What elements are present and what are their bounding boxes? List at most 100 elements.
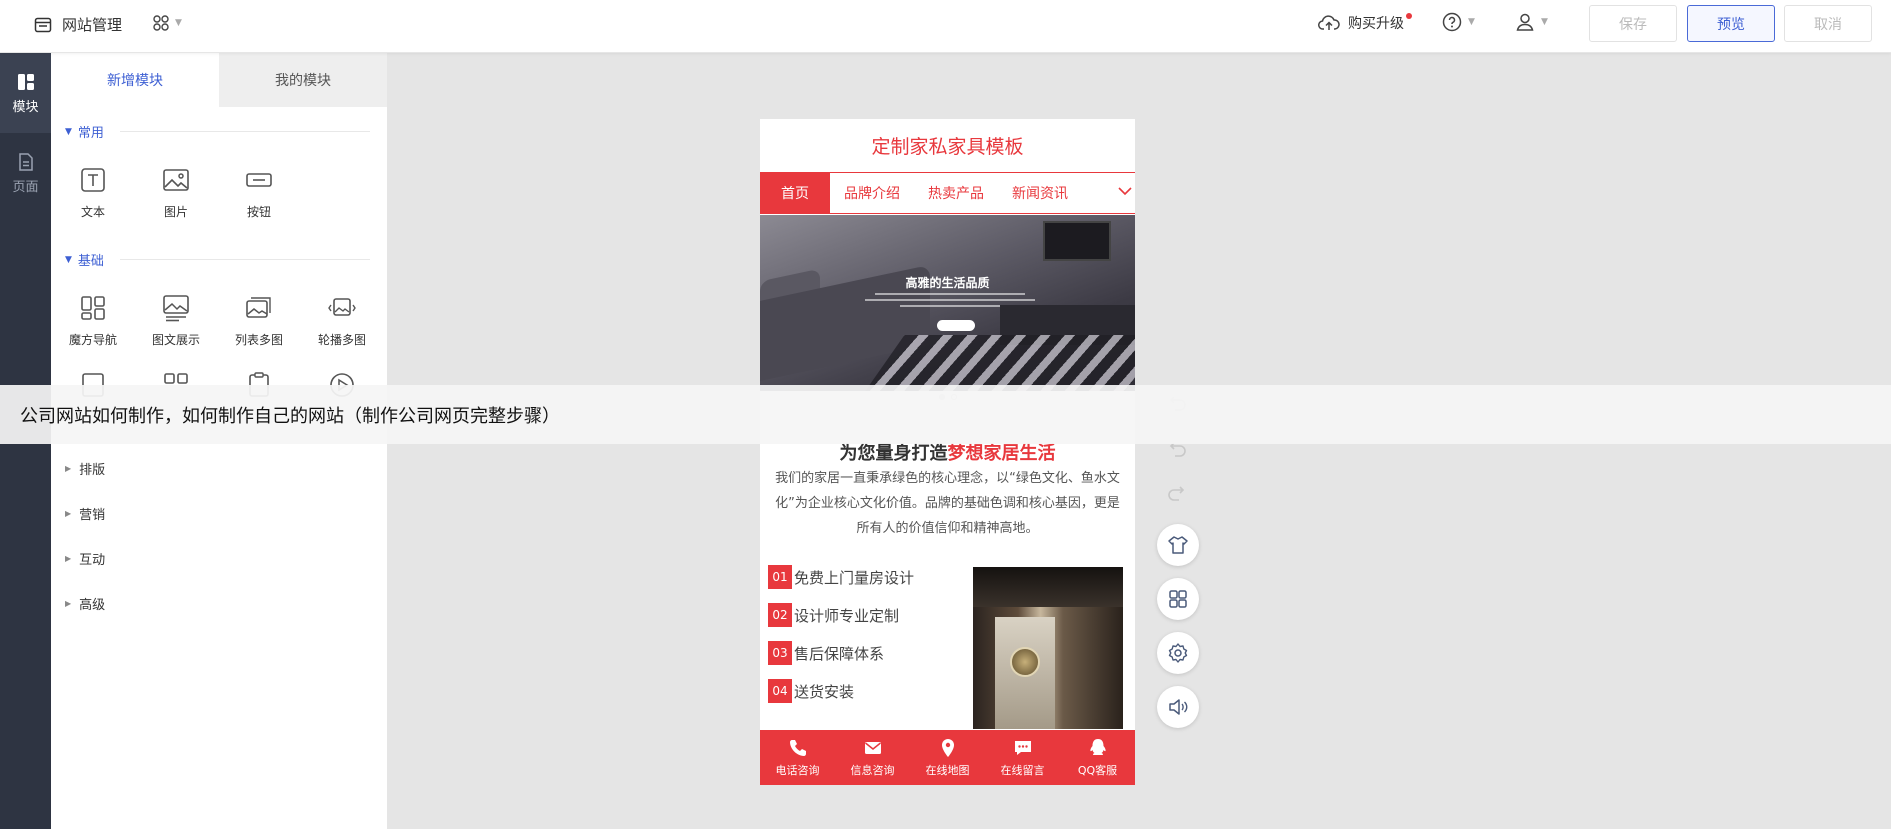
bar-label: QQ客服 [1077,763,1118,777]
bar-label: 信息咨询 [850,763,895,777]
tab-my-modules[interactable]: 我的模块 [219,53,387,107]
nav-brand[interactable]: 品牌介绍 [830,172,914,214]
item-number: 01 [768,565,792,589]
qq-service-button[interactable]: QQ客服 [1060,730,1135,785]
item-text: 免费上门量房设计 [794,568,915,587]
module-label: 轮播多图 [317,333,366,347]
chat-icon [1014,740,1031,755]
caret-right-icon: ▶ [65,599,72,608]
speaker-icon [1169,699,1188,715]
website-icon [34,17,52,32]
module-button[interactable]: 按钮 [219,165,299,220]
phone-icon [789,739,806,756]
page-icon [18,152,33,171]
leave-message-button[interactable]: 在线留言 [985,730,1060,785]
chevron-down-icon: ▼ [175,18,182,28]
item-number: 03 [768,641,792,665]
bar-label: 在线地图 [925,763,970,777]
mail-icon [864,741,881,754]
upgrade-button[interactable]: 购买升级 [1318,13,1412,33]
list-images-icon [246,297,271,318]
user-menu[interactable]: ▼ [1515,12,1548,32]
grid-icon [1169,590,1187,608]
section-marketing[interactable]: ▶ 营销 [65,504,105,523]
module-text[interactable]: 文本 [53,165,133,220]
module-magic-nav[interactable]: 魔方导航 [53,293,133,348]
online-map-button[interactable]: 在线地图 [910,730,985,785]
banner-button[interactable] [937,320,975,331]
list-item: 02 设计师专业定制 [768,603,899,627]
caret-right-icon: ▶ [65,554,72,563]
magic-nav-icon [81,296,105,320]
carousel-icon [328,298,356,316]
rail-item-modules[interactable]: 模块 [0,53,51,133]
save-button[interactable]: 保存 [1589,5,1677,42]
article-title-overlay: 公司网站如何制作，如何制作自己的网站（制作公司网页完整步骤） [0,385,1891,444]
section-layout[interactable]: ▶ 排版 [65,459,105,478]
tab-add-module[interactable]: 新增模块 [51,53,219,107]
list-item: 04 送货安装 [768,679,854,703]
panel-tabs: 新增模块 我的模块 [51,53,387,107]
module-image-text[interactable]: 图文展示 [136,293,216,348]
site-nav: 首页 品牌介绍 热卖产品 新闻资讯 [760,172,1135,214]
list-item: 03 售后保障体系 [768,641,884,665]
site-manage-menu[interactable]: 网站管理 [34,14,122,35]
nav-news[interactable]: 新闻资讯 [998,172,1082,214]
module-label: 图片 [163,205,188,219]
chevron-down-icon: ▼ [1541,17,1548,27]
cloud-upload-icon [1318,15,1340,30]
module-label: 魔方导航 [68,333,117,347]
rail-label: 模块 [12,99,39,115]
theme-button[interactable] [1157,524,1199,566]
section-title: 高级 [79,598,106,613]
top-bar: 网站管理 ▼ 购买升级 ▼ ▼ 保存 预览 取消 [0,0,1891,53]
phone-consult-button[interactable]: 电话咨询 [760,730,835,785]
module-label: 图文展示 [151,333,200,347]
preview-button[interactable]: 预览 [1687,5,1775,42]
item-text: 售后保障体系 [794,644,885,663]
text-icon [81,168,105,192]
banner-image[interactable]: 高雅的生活品质 [760,215,1135,391]
nav-home[interactable]: 首页 [760,172,830,214]
module-label: 按钮 [246,205,271,219]
music-button[interactable] [1157,686,1199,728]
location-icon [941,738,954,757]
slogan-highlight: 梦想家居生活 [947,443,1056,464]
bottom-contact-bar: 电话咨询 信息咨询 在线地图 在线留言 QQ客服 [760,730,1135,785]
phone-preview[interactable]: 定制家私家具模板 首页 品牌介绍 热卖产品 新闻资讯 高雅的生活品质 为您量身打… [760,119,1135,785]
banner-title: 高雅的生活品质 [905,276,990,290]
message-consult-button[interactable]: 信息咨询 [835,730,910,785]
item-number: 04 [768,679,792,703]
help-icon [1442,12,1462,32]
section-interaction[interactable]: ▶ 互动 [65,549,105,568]
qq-icon [1089,738,1106,755]
section-common-header[interactable]: ▼ 常用 [65,122,370,141]
slogan-part: 为您量身打造 [839,443,948,464]
section-advanced[interactable]: ▶ 高级 [65,594,105,613]
layout-button[interactable] [1157,578,1199,620]
section-title: 常用 [77,126,104,141]
button-icon [246,173,272,187]
help-menu[interactable]: ▼ [1442,12,1475,32]
module-carousel[interactable]: 轮播多图 [302,293,382,348]
upgrade-label: 购买升级 [1348,16,1404,32]
app-title: 网站管理 [62,16,123,34]
rail-item-pages[interactable]: 页面 [0,133,51,213]
chevron-down-icon[interactable] [1117,183,1133,199]
settings-button[interactable] [1157,632,1199,674]
item-number: 02 [768,603,792,627]
item-text: 设计师专业定制 [794,606,900,625]
section-title: 互动 [79,553,106,568]
section-basic-header[interactable]: ▼ 基础 [65,250,370,269]
module-list-multi-image[interactable]: 列表多图 [219,293,299,348]
module-label: 文本 [80,205,105,219]
cancel-button[interactable]: 取消 [1784,5,1872,42]
divider [119,131,370,132]
module-image[interactable]: 图片 [136,165,216,220]
caret-down-icon: ▼ [65,254,72,265]
redo-icon[interactable] [1167,484,1187,504]
nav-products[interactable]: 热卖产品 [914,172,998,214]
bar-label: 电话咨询 [775,763,820,777]
app-switcher[interactable]: ▼ [153,15,182,31]
section-title: 排版 [79,463,106,478]
